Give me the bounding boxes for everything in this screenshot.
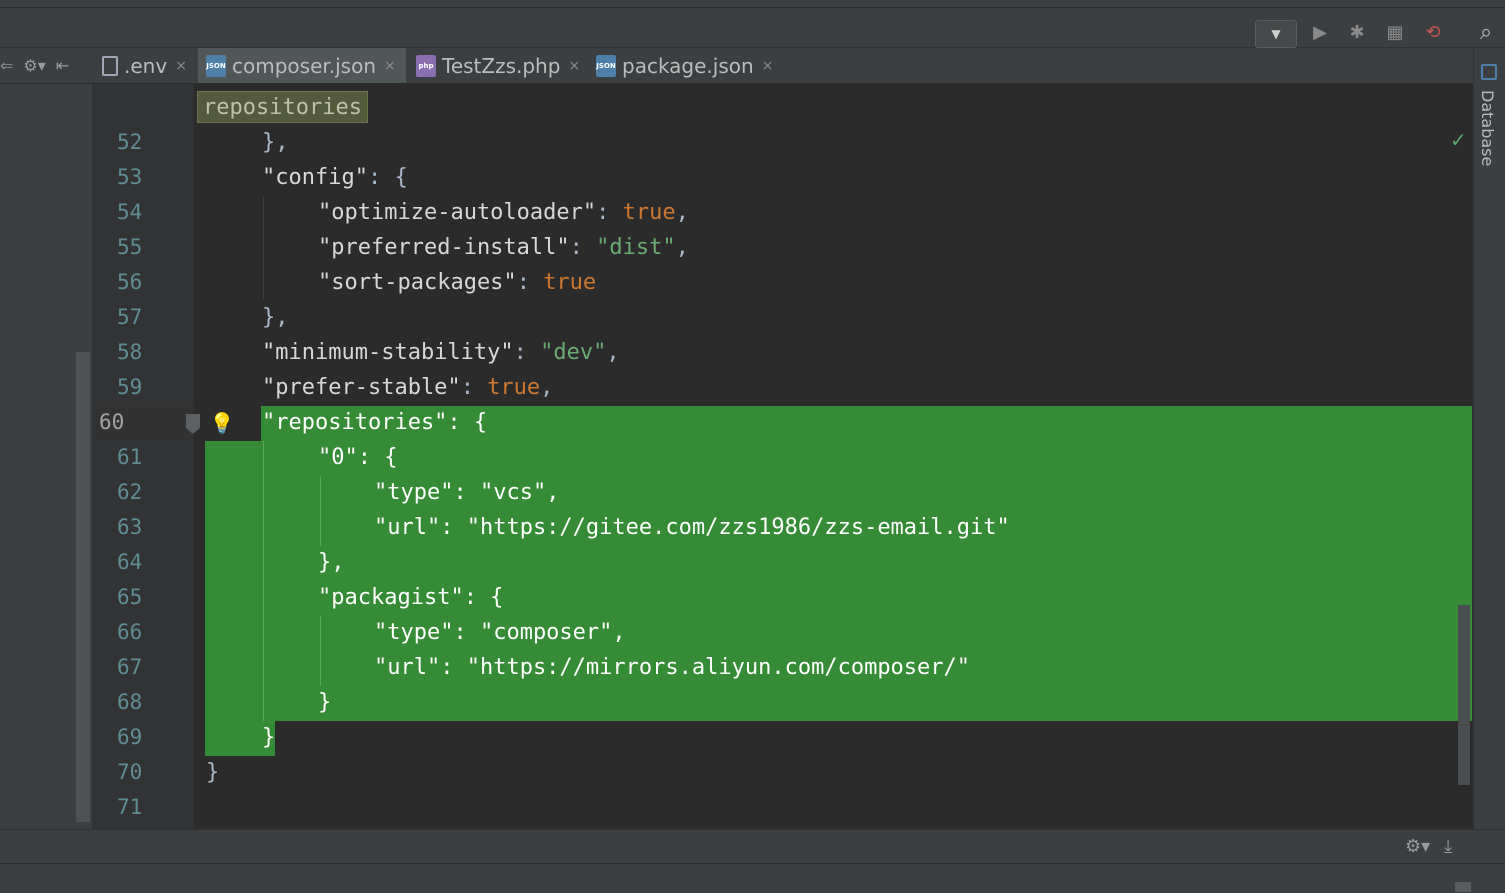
code-line-60: "repositories": { xyxy=(262,410,488,435)
line-number: 59 xyxy=(117,375,143,399)
code-line-64: }, xyxy=(318,550,345,575)
bottom-tools: ⚙▾ ⤓ xyxy=(1405,834,1469,858)
close-icon[interactable]: × xyxy=(568,58,580,74)
status-bar xyxy=(0,863,1505,893)
hide-panel-icon[interactable]: ⇤ xyxy=(56,56,69,75)
code-line-55: "preferred-install": "dist", xyxy=(318,235,689,260)
bug-icon: ✱ xyxy=(1349,21,1365,43)
tab-label: package.json xyxy=(622,53,754,78)
project-panel-tools: ⇐ ⚙▾ ⇤ xyxy=(0,48,92,83)
tab-composer-json[interactable]: JSON composer.json × xyxy=(198,48,406,83)
code-line-70: } xyxy=(206,760,220,785)
indent-guide xyxy=(320,476,321,546)
code-line-63: "url": "https://gitee.com/zzs1986/zzs-em… xyxy=(374,515,1010,540)
code-line-62: "type": "vcs", xyxy=(374,480,560,505)
line-number: 61 xyxy=(117,445,143,469)
line-number: 53 xyxy=(117,165,143,189)
main-toolbar: ▼ ▶ ✱ ▦ ⟲ ⌕ xyxy=(0,8,1505,48)
code-line-69: } xyxy=(262,725,276,750)
chevron-down-icon: ▼ xyxy=(1271,27,1281,41)
line-number: 67 xyxy=(117,655,143,679)
coverage-button[interactable]: ▦ xyxy=(1381,18,1409,46)
check-icon: ✓ xyxy=(1450,128,1467,152)
code-line-59: "prefer-stable": true, xyxy=(262,375,554,400)
line-number: 54 xyxy=(117,200,143,224)
line-number: 62 xyxy=(117,480,143,504)
close-icon[interactable]: × xyxy=(762,58,774,74)
code-line-56: "sort-packages": true xyxy=(318,270,597,295)
line-number: 70 xyxy=(117,760,143,784)
coverage-icon: ▦ xyxy=(1386,21,1404,43)
code-line-65: "packagist": { xyxy=(318,585,504,610)
search-icon: ⌕ xyxy=(1479,19,1493,45)
line-number: 66 xyxy=(117,620,143,644)
debug-button[interactable]: ✱ xyxy=(1343,18,1371,46)
code-line-54: "optimize-autoloader": true, xyxy=(318,200,689,225)
play-icon: ▶ xyxy=(1313,21,1327,43)
profiler-icon: ⟲ xyxy=(1425,21,1441,43)
lightbulb-icon[interactable]: 💡 xyxy=(210,410,235,436)
tab-package-json[interactable]: JSON package.json × xyxy=(590,48,780,83)
close-icon[interactable]: × xyxy=(175,58,187,74)
code-line-52: }, xyxy=(262,130,289,155)
line-number: 52 xyxy=(117,130,143,154)
gear-icon[interactable]: ⚙▾ xyxy=(23,56,45,75)
run-button[interactable]: ▶ xyxy=(1306,18,1334,46)
indent-guide xyxy=(320,616,321,686)
line-number: 65 xyxy=(117,585,143,609)
tab-label: .env xyxy=(124,53,168,78)
line-number: 64 xyxy=(117,550,143,574)
title-strip xyxy=(0,0,1505,8)
database-icon xyxy=(1481,64,1497,80)
project-scrollbar[interactable] xyxy=(76,352,90,822)
code-line-57: }, xyxy=(262,305,289,330)
line-number: 63 xyxy=(117,515,143,539)
code-line-53: "config": { xyxy=(262,165,408,190)
database-tool-tab[interactable]: Database xyxy=(1475,62,1503,172)
download-icon[interactable]: ⤓ xyxy=(1444,836,1452,857)
tab-label: composer.json xyxy=(232,53,377,78)
php-file-icon: php xyxy=(416,54,436,77)
status-indicator xyxy=(1455,882,1471,892)
line-number-current: 60 xyxy=(92,405,194,440)
editor-scrollbar[interactable] xyxy=(1458,605,1470,785)
json-file-icon: JSON xyxy=(596,54,616,77)
line-number: 56 xyxy=(117,270,143,294)
code-line-66: "type": "composer", xyxy=(374,620,626,645)
run-config-dropdown[interactable]: ▼ xyxy=(1255,20,1297,48)
indent-guide xyxy=(263,441,264,721)
tab-env[interactable]: .env × xyxy=(96,48,196,83)
line-number: 71 xyxy=(117,795,143,819)
collapse-icon[interactable]: ⇐ xyxy=(0,56,13,75)
line-number: 68 xyxy=(117,690,143,714)
code-line-61: "0": { xyxy=(318,445,398,470)
file-text-icon xyxy=(102,55,118,76)
tab-testzzs-php[interactable]: php TestZzs.php × xyxy=(410,48,588,83)
json-file-icon: JSON xyxy=(206,54,226,77)
line-number: 69 xyxy=(117,725,143,749)
code-line-58: "minimum-stability": "dev", xyxy=(262,340,620,365)
tab-label: TestZzs.php xyxy=(442,53,561,78)
code-line-67: "url": "https://mirrors.aliyun.com/compo… xyxy=(374,655,971,680)
profile-button[interactable]: ⟲ xyxy=(1419,18,1447,46)
close-icon[interactable]: × xyxy=(384,58,396,74)
breadcrumb[interactable]: repositories xyxy=(197,91,368,123)
database-label: Database xyxy=(1478,90,1497,167)
bottom-tool-bar xyxy=(0,829,1505,864)
line-number: 55 xyxy=(117,235,143,259)
gear-icon[interactable]: ⚙▾ xyxy=(1405,836,1430,857)
search-everywhere-button[interactable]: ⌕ xyxy=(1472,18,1500,46)
line-number: 58 xyxy=(117,340,143,364)
line-number: 57 xyxy=(117,305,143,329)
code-line-68: } xyxy=(318,690,332,715)
indent-guide xyxy=(263,196,264,300)
